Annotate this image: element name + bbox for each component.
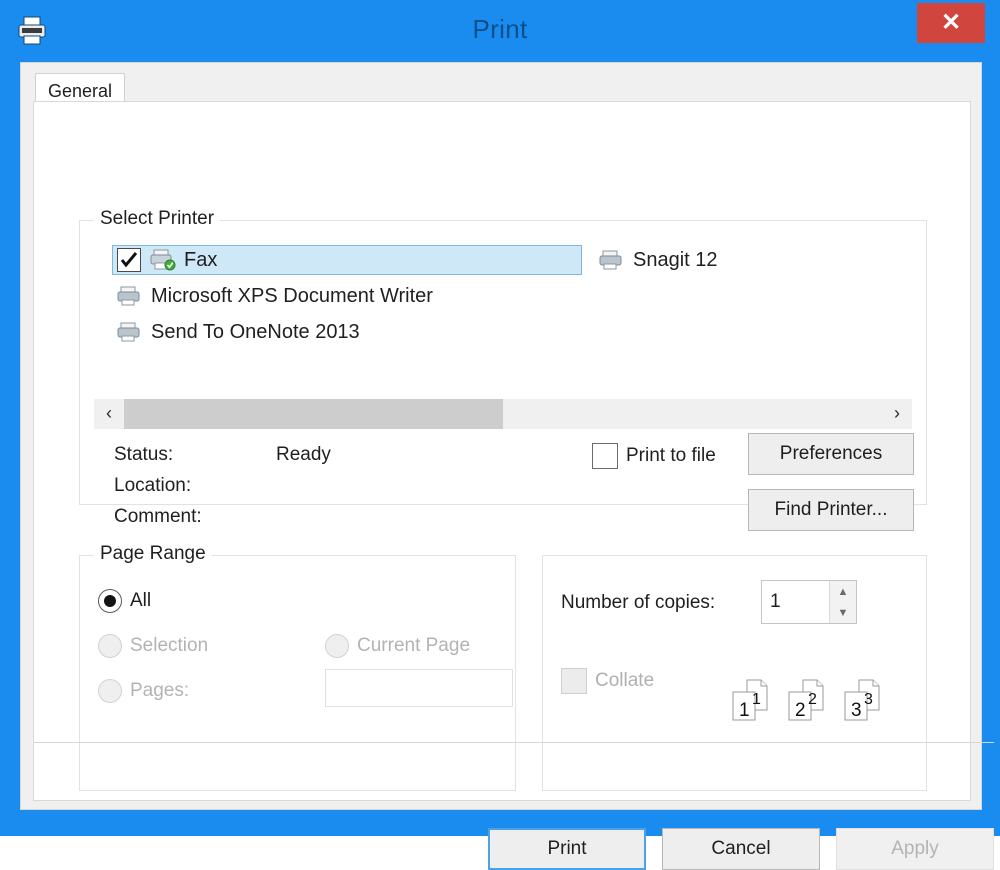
printer-icon	[149, 248, 179, 272]
radio-pages-label: Pages:	[130, 680, 190, 701]
close-icon[interactable]: ✕	[917, 3, 985, 43]
svg-text:2: 2	[808, 691, 817, 708]
scrollbar-thumb[interactable]	[124, 399, 503, 429]
printer-item-onenote[interactable]: Send To OneNote 2013	[112, 317, 360, 347]
svg-text:3: 3	[851, 700, 862, 721]
tab-content-general: Select Printer Fax Microsoft XPS Documen…	[33, 101, 994, 801]
comment-label: Comment:	[114, 506, 202, 527]
printer-item-xps[interactable]: Microsoft XPS Document Writer	[112, 281, 433, 311]
collate-checkbox: Collate	[561, 668, 654, 694]
status-value: Ready	[276, 444, 331, 465]
scroll-left-icon[interactable]: ‹	[94, 399, 124, 429]
printer-item-snagit[interactable]: Snagit 12	[594, 245, 718, 275]
number-of-copies-label: Number of copies:	[561, 592, 716, 613]
cancel-button[interactable]: Cancel	[662, 828, 820, 870]
copies-stepper[interactable]: 1 ▲ ▼	[761, 580, 857, 624]
scroll-right-icon[interactable]: ›	[882, 399, 912, 429]
window-title: Print	[472, 14, 528, 44]
printer-icon	[116, 284, 146, 308]
radio-icon	[98, 679, 122, 703]
radio-current-page: Current Page	[325, 634, 470, 658]
scrollbar-track[interactable]	[124, 399, 882, 429]
location-label: Location:	[114, 475, 192, 496]
svg-text:1: 1	[752, 691, 761, 708]
radio-pages: Pages:	[98, 679, 189, 703]
svg-text:3: 3	[864, 691, 873, 708]
footer-separator	[34, 742, 994, 743]
printer-icon	[116, 320, 146, 344]
radio-icon	[325, 634, 349, 658]
radio-selection: Selection	[98, 634, 208, 658]
spin-down-icon[interactable]: ▼	[830, 602, 856, 623]
radio-current-page-label: Current Page	[357, 635, 471, 656]
print-to-file-checkbox[interactable]: Print to file	[592, 443, 716, 469]
page-range-title: Page Range	[94, 543, 212, 565]
printer-list-scrollbar[interactable]: ‹ ›	[94, 399, 912, 429]
printer-name: Send To OneNote 2013	[151, 320, 360, 343]
page-range-group: Page Range All Selection Current Page Pa…	[79, 543, 516, 791]
radio-icon[interactable]	[98, 589, 122, 613]
pages-input[interactable]	[325, 669, 513, 707]
dialog-body: General Select Printer Fax Microsoft XPS…	[20, 62, 994, 870]
printer-name: Microsoft XPS Document Writer	[151, 284, 433, 307]
title-bar: Print ✕	[0, 0, 1000, 62]
collate-label: Collate	[595, 670, 655, 691]
printer-name: Snagit 12	[633, 248, 718, 271]
radio-selection-label: Selection	[130, 635, 209, 656]
radio-dot	[104, 595, 116, 607]
preferences-button[interactable]: Preferences	[748, 433, 914, 475]
printer-list: Fax Microsoft XPS Document Writer Send T…	[94, 241, 912, 391]
radio-all-label: All	[130, 590, 152, 611]
copies-spin-buttons[interactable]: ▲ ▼	[829, 581, 856, 623]
radio-all[interactable]: All	[98, 589, 151, 613]
print-to-file-label: Print to file	[626, 445, 716, 466]
copies-value[interactable]: 1	[762, 581, 829, 623]
select-printer-group: Select Printer Fax Microsoft XPS Documen…	[79, 208, 927, 531]
copies-group: Number of copies: 1 ▲ ▼ Collate 1 1 2 2 …	[542, 555, 927, 791]
checkbox-icon[interactable]	[592, 443, 618, 469]
print-button[interactable]: Print	[488, 828, 646, 870]
printer-icon	[598, 248, 628, 272]
printer-item-fax[interactable]: Fax	[112, 245, 582, 275]
collate-preview-icon: 1 1 2 2 3 3	[725, 674, 905, 744]
apply-button: Apply	[836, 828, 994, 870]
svg-text:2: 2	[795, 700, 806, 721]
checkbox-icon[interactable]	[117, 248, 141, 272]
status-label: Status:	[114, 444, 174, 465]
radio-icon	[98, 634, 122, 658]
checkbox-icon	[561, 668, 587, 694]
close-icon-glyph: ✕	[940, 9, 962, 36]
spin-up-icon[interactable]: ▲	[830, 581, 856, 602]
select-printer-title: Select Printer	[94, 208, 221, 230]
printer-name: Fax	[184, 248, 218, 271]
find-printer-button[interactable]: Find Printer...	[748, 489, 914, 531]
svg-text:1: 1	[739, 700, 750, 721]
print-dialog-window: Print ✕ General Select Printer Fax Micro…	[0, 0, 1000, 870]
